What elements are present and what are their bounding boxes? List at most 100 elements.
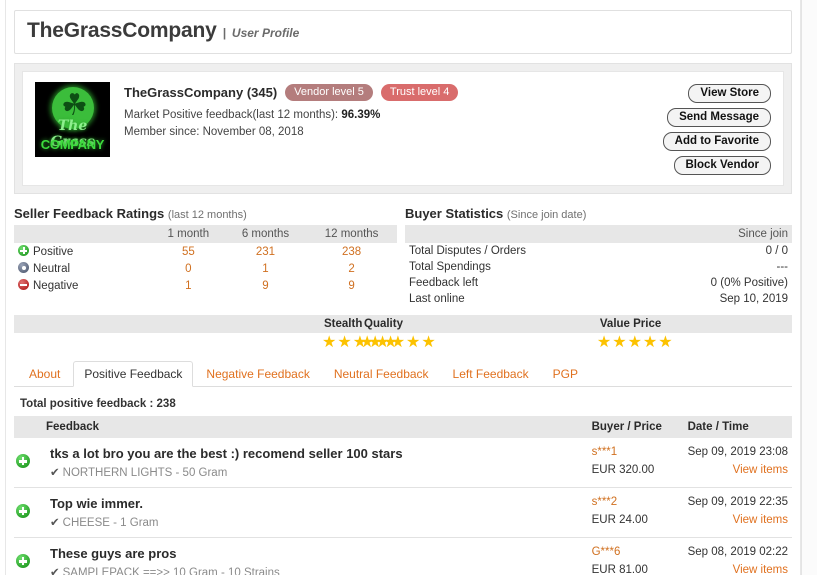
- send-message-button[interactable]: Send Message: [667, 108, 771, 127]
- col-stat-label: [405, 225, 645, 243]
- tab-neutral-feedback[interactable]: Neutral Feedback: [323, 361, 440, 386]
- row-feedback-cell: tks a lot bro you are the best :) recome…: [40, 438, 588, 488]
- order-price: EUR 320.00: [591, 464, 655, 476]
- row-feedback-cell: These guys are pros ✔ SAMPLEPACK ==>> 10 …: [40, 538, 588, 575]
- buyer-name: s***1: [591, 446, 618, 458]
- feedback-item-name: NORTHERN LIGHTS - 50 Gram: [62, 467, 228, 479]
- col-6-months: 6 months: [224, 225, 307, 243]
- positive-feedback-icon: [16, 454, 30, 468]
- feedback-item: ✔ SAMPLEPACK ==>> 10 Gram - 10 Strains: [44, 565, 584, 575]
- table-header-row: Since join: [405, 225, 792, 243]
- block-vendor-button[interactable]: Block Vendor: [673, 156, 771, 175]
- table-row: tks a lot bro you are the best :) recome…: [14, 438, 792, 488]
- col-1-month: 1 month: [151, 225, 225, 243]
- row-positive-label: Positive: [14, 243, 152, 260]
- check-icon: ✔: [50, 567, 60, 575]
- page-title-bar: TheGrassCompany | User Profile: [14, 10, 792, 54]
- buyer-statistics-section: Buyer Statistics (Since join date) Since…: [403, 206, 792, 307]
- tab-negative-feedback[interactable]: Negative Feedback: [195, 361, 320, 386]
- table-row: Total Disputes / Orders 0 / 0: [405, 243, 792, 259]
- page-title: TheGrassCompany: [27, 19, 217, 42]
- feedback-datetime: Sep 08, 2019 02:22: [687, 546, 788, 558]
- neutral-12-months: 2: [348, 262, 355, 275]
- row-date-cell: Sep 09, 2019 23:08 View items: [684, 438, 792, 488]
- feedback-text: These guys are pros: [50, 546, 177, 561]
- positive-12-months: 238: [342, 245, 362, 258]
- add-to-favorite-button[interactable]: Add to Favorite: [662, 132, 771, 151]
- view-items-link[interactable]: View items: [688, 464, 788, 476]
- row-date-cell: Sep 09, 2019 22:35 View items: [684, 488, 792, 538]
- feedback-item-name: CHEESE - 1 Gram: [62, 517, 159, 529]
- col-since-join: Since join: [644, 225, 792, 243]
- neutral-1-month: 0: [185, 262, 192, 275]
- total-spendings-value: ---: [776, 261, 789, 273]
- row-buyer-price-cell: s***1 EUR 320.00: [588, 438, 684, 488]
- right-scroll-rail[interactable]: [801, 0, 817, 575]
- tab-about[interactable]: About: [18, 361, 71, 386]
- positive-icon: [18, 245, 29, 256]
- feedback-tabs: About Positive Feedback Negative Feedbac…: [14, 361, 792, 387]
- view-items-link[interactable]: View items: [688, 514, 788, 526]
- vendor-profile-card: ☘ The Grass COMPANY TheGrassCompany (345…: [22, 71, 784, 186]
- buyer-statistics-heading: Buyer Statistics (Since join date): [405, 206, 792, 221]
- feedback-item: ✔ CHEESE - 1 Gram: [44, 515, 584, 529]
- table-header-row: 1 month 6 months 12 months: [14, 225, 397, 243]
- total-disputes-orders-label: Total Disputes / Orders: [409, 245, 526, 257]
- seller-ratings-title: Seller Feedback Ratings: [14, 206, 165, 221]
- negative-6-months: 9: [262, 279, 269, 292]
- feedback-text: Top wie immer.: [50, 496, 143, 511]
- market-feedback-label: Market Positive feedback(last 12 months)…: [124, 109, 339, 121]
- tab-positive-feedback[interactable]: Positive Feedback: [73, 361, 194, 387]
- last-online-label: Last online: [409, 293, 465, 305]
- vendor-level-badge: Vendor level 5: [285, 84, 373, 101]
- quality-label: Quality: [364, 318, 403, 330]
- row-rating-icon-cell: [14, 488, 40, 538]
- vendor-action-buttons: View Store Send Message Add to Favorite …: [662, 82, 771, 175]
- vendor-info: TheGrassCompany (345) Vendor level 5 Tru…: [124, 82, 663, 175]
- neutral-label-text: Neutral: [33, 263, 71, 275]
- view-items-link[interactable]: View items: [688, 564, 788, 575]
- statistics-area: Seller Feedback Ratings (last 12 months)…: [14, 206, 792, 307]
- value-price-label: Value Price: [599, 318, 662, 330]
- negative-icon: [18, 279, 29, 290]
- order-price: EUR 81.00: [591, 564, 648, 575]
- check-icon: ✔: [50, 517, 60, 529]
- positive-6-months: 231: [255, 245, 276, 258]
- feedback-left-label: Feedback left: [409, 277, 479, 289]
- avatar-company-text: COMPANY: [40, 137, 105, 152]
- view-store-button[interactable]: View Store: [688, 84, 771, 103]
- total-spendings-label: Total Spendings: [409, 261, 491, 273]
- quality-stars-icon: ★★★★★: [360, 334, 437, 351]
- feedback-datetime: Sep 09, 2019 22:35: [687, 496, 788, 508]
- feedback-left-value: 0 (0% Positive): [710, 277, 788, 289]
- positive-label-text: Positive: [33, 246, 74, 258]
- star-ratings-header: Stealth Quality Value Price: [14, 315, 792, 333]
- feedback-item-name: SAMPLEPACK ==>> 10 Gram - 10 Strains: [62, 567, 280, 575]
- table-row: Neutral 0 1 2: [14, 260, 397, 277]
- vendor-name-line: TheGrassCompany (345) Vendor level 5 Tru…: [124, 84, 663, 101]
- total-positive-feedback-count: Total positive feedback : 238: [20, 398, 176, 410]
- table-row: Feedback left 0 (0% Positive): [405, 275, 792, 291]
- col-12-months: 12 months: [306, 225, 397, 243]
- row-rating-icon-cell: [14, 438, 40, 488]
- content-container: TheGrassCompany | User Profile ☘ The Gra…: [5, 0, 801, 575]
- row-buyer-price-cell: s***2 EUR 24.00: [588, 488, 684, 538]
- last-online-value: Sep 10, 2019: [719, 293, 788, 305]
- neutral-6-months: 1: [262, 262, 269, 275]
- table-row: These guys are pros ✔ SAMPLEPACK ==>> 10 …: [14, 538, 792, 575]
- neutral-icon: [18, 262, 29, 273]
- seller-ratings-heading: Seller Feedback Ratings (last 12 months): [14, 206, 397, 221]
- negative-label-text: Negative: [33, 280, 79, 292]
- tab-left-feedback[interactable]: Left Feedback: [442, 361, 540, 386]
- table-row: Positive 55 231 238: [14, 243, 397, 260]
- positive-1-month: 55: [181, 245, 195, 258]
- order-price: EUR 24.00: [591, 514, 648, 526]
- tab-pgp[interactable]: PGP: [542, 361, 589, 386]
- page-title-subtitle: User Profile: [231, 26, 300, 40]
- vendor-name: TheGrassCompany (345): [124, 85, 278, 100]
- total-disputes-orders-value: 0 / 0: [765, 245, 788, 257]
- member-since-line: Member since: November 08, 2018: [124, 126, 304, 138]
- row-rating-icon-cell: [14, 538, 40, 575]
- feedback-table: Feedback Buyer / Price Date / Time tks a…: [14, 416, 792, 575]
- row-negative-label: Negative: [14, 277, 152, 294]
